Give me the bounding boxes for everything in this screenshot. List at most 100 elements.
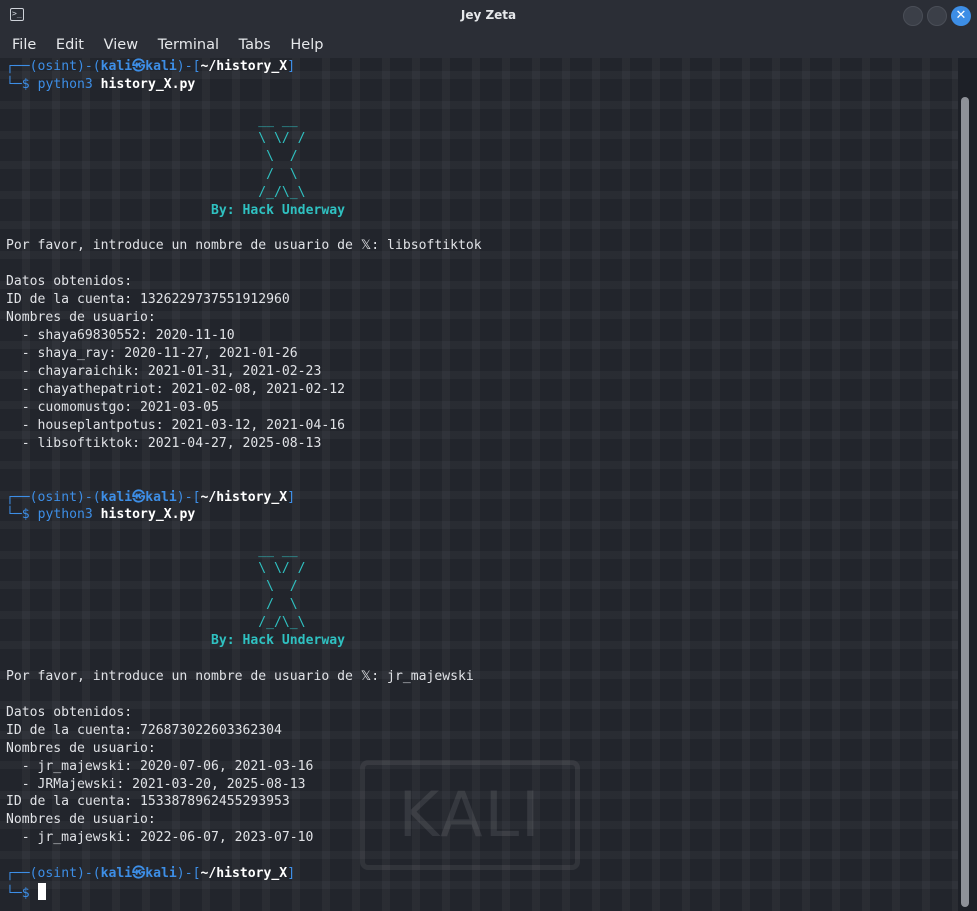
username-entry: - houseplantpotus: 2021-03-12, 2021-04-1… <box>6 417 345 433</box>
username-history-line: - chayaraichik: 2021-01-31, 2021-02-23 <box>6 363 482 381</box>
menu-terminal[interactable]: Terminal <box>158 32 219 58</box>
username-entry: - JRMajewski: 2021-03-20, 2025-08-13 <box>6 776 306 792</box>
banner-art: __ __ <box>258 112 298 128</box>
prompt-env: (osint) <box>29 59 85 74</box>
question-line: Por favor, introduce un nombre de usuari… <box>6 237 482 255</box>
banner-art: \ \/ / <box>258 130 306 146</box>
banner-by: By: Hack Underway <box>210 202 345 218</box>
username-history-line: - libsoftiktok: 2021-04-27, 2025-08-13 <box>6 435 482 453</box>
banner-art: \ \/ / <box>258 561 306 577</box>
account-id-line: ID de la cuenta: 726873022603362304 <box>6 722 482 740</box>
results-header: Datos obtenidos: <box>6 274 133 290</box>
terminal-output[interactable]: KALI ┌──(osint)-(kali㉿kali)-[~/history_X… <box>0 58 958 911</box>
banner-by-line: By: Hack Underway <box>6 202 482 220</box>
username-entry: - chayaraichik: 2021-01-31, 2021-02-23 <box>6 363 322 379</box>
scrollbar-thumb[interactable] <box>961 97 969 907</box>
command-name: python3 <box>37 507 93 523</box>
close-icon[interactable]: ✕ <box>951 6 971 26</box>
prompt-path: ~/history_X <box>200 489 288 505</box>
prompt-corner: └─ <box>6 507 22 523</box>
prompt-bracket: ] <box>287 866 296 882</box>
banner-by-line: By: Hack Underway <box>6 632 482 650</box>
prompt-bracket: -[ <box>184 59 201 74</box>
account-id-line: ID de la cuenta: 1326229737551912960 <box>6 291 482 309</box>
minimize-icon[interactable] <box>903 6 923 26</box>
prompt-paren: ) <box>176 489 185 505</box>
prompt-user: kali㉿kali <box>100 489 177 505</box>
names-header: Nombres de usuario: <box>6 310 156 326</box>
banner-art: __ __ <box>258 543 298 559</box>
prompt-paren: ( <box>92 489 101 505</box>
username-entry: - jr_majewski: 2020-07-06, 2021-03-16 <box>6 758 314 774</box>
account-id: ID de la cuenta: 726873022603362304 <box>6 722 282 738</box>
names-header-line: Nombres de usuario: <box>6 309 482 327</box>
names-header-line: Nombres de usuario: <box>6 740 482 758</box>
prompt-user: kali㉿kali <box>100 866 177 882</box>
prompt-corner: └─ <box>6 886 22 902</box>
username-entry: - chayathepatriot: 2021-02-08, 2021-02-1… <box>6 381 345 397</box>
prompt-bracket: -[ <box>184 866 201 882</box>
names-header-line: Nombres de usuario: <box>6 811 482 829</box>
prompt-line: ┌──(osint)-(kali㉿kali)-[~/history_X] <box>6 489 482 507</box>
prompt-corner: ┌── <box>6 489 30 505</box>
terminal-lines: ┌──(osint)-(kali㉿kali)-[~/history_X] └─$ … <box>6 58 482 901</box>
prompt-line: ┌──(osint)-(kali㉿kali)-[~/history_X] <box>6 58 482 76</box>
maximize-icon[interactable] <box>927 6 947 26</box>
menu-edit[interactable]: Edit <box>56 32 84 58</box>
prompt-symbol: $ <box>21 507 38 523</box>
account-id: ID de la cuenta: 1326229737551912960 <box>6 292 290 308</box>
banner-art: /_/\_\ <box>258 184 306 200</box>
prompt-paren: ( <box>92 59 101 74</box>
names-header: Nombres de usuario: <box>6 812 156 828</box>
prompt-bracket: ] <box>287 489 296 505</box>
question-line: Por favor, introduce un nombre de usuari… <box>6 668 482 686</box>
prompt-symbol: $ <box>21 76 38 92</box>
command-arg: history_X.py <box>100 507 196 523</box>
menu-view[interactable]: View <box>104 32 138 58</box>
banner-art: \ / <box>258 579 298 595</box>
menu-help[interactable]: Help <box>290 32 323 58</box>
account-id-line: ID de la cuenta: 1533878962455293953 <box>6 793 482 811</box>
username-history-line: - jr_majewski: 2022-06-07, 2023-07-10 <box>6 829 482 847</box>
banner-art-line: \ \/ / <box>6 130 482 148</box>
username-entry: - shaya_ray: 2020-11-27, 2021-01-26 <box>6 346 298 361</box>
command-line: └─$ python3 history_X.py <box>6 506 482 524</box>
username-history-line: - shaya_ray: 2020-11-27, 2021-01-26 <box>6 345 482 363</box>
prompt-env: (osint) <box>29 866 85 882</box>
prompt-dash: - <box>84 866 93 882</box>
prompt-dash: - <box>84 59 93 74</box>
banner-art: /_/\_\ <box>258 615 306 631</box>
results-header-line: Datos obtenidos: <box>6 273 482 291</box>
banner-by: By: Hack Underway <box>210 633 345 648</box>
username-history-line: - chayathepatriot: 2021-02-08, 2021-02-1… <box>6 381 482 399</box>
menu-tabs[interactable]: Tabs <box>239 32 271 58</box>
banner-art: / \ <box>258 166 298 182</box>
prompt-corner: └─ <box>6 76 22 92</box>
banner-art-line: __ __ <box>6 112 482 130</box>
banner-art-line: /_/\_\ <box>6 184 482 202</box>
banner-art: / \ <box>258 597 298 613</box>
prompt-symbol: $ <box>21 886 38 902</box>
username-history-line: - houseplantpotus: 2021-03-12, 2021-04-1… <box>6 417 482 435</box>
banner-art-line: \ / <box>6 148 482 166</box>
close-glyph: ✕ <box>955 8 967 23</box>
username-entry: - jr_majewski: 2022-06-07, 2023-07-10 <box>6 830 314 846</box>
banner-art-line: __ __ <box>6 542 482 560</box>
username-entry: - cuomomustgo: 2021-03-05 <box>6 399 219 415</box>
banner-art-line: \ \/ / <box>6 560 482 578</box>
banner-art: \ / <box>258 148 298 164</box>
title-bar[interactable]: >_ Jey Zeta ✕ <box>0 0 977 32</box>
prompt-bracket: ] <box>287 59 296 74</box>
menu-file[interactable]: File <box>12 32 36 58</box>
menu-bar: File Edit View Terminal Tabs Help <box>0 32 977 58</box>
username-history-line: - JRMajewski: 2021-03-20, 2025-08-13 <box>6 776 482 794</box>
account-id: ID de la cuenta: 1533878962455293953 <box>6 794 290 810</box>
prompt-line: ┌──(osint)-(kali㉿kali)-[~/history_X] <box>6 865 482 883</box>
text-cursor <box>37 883 46 901</box>
